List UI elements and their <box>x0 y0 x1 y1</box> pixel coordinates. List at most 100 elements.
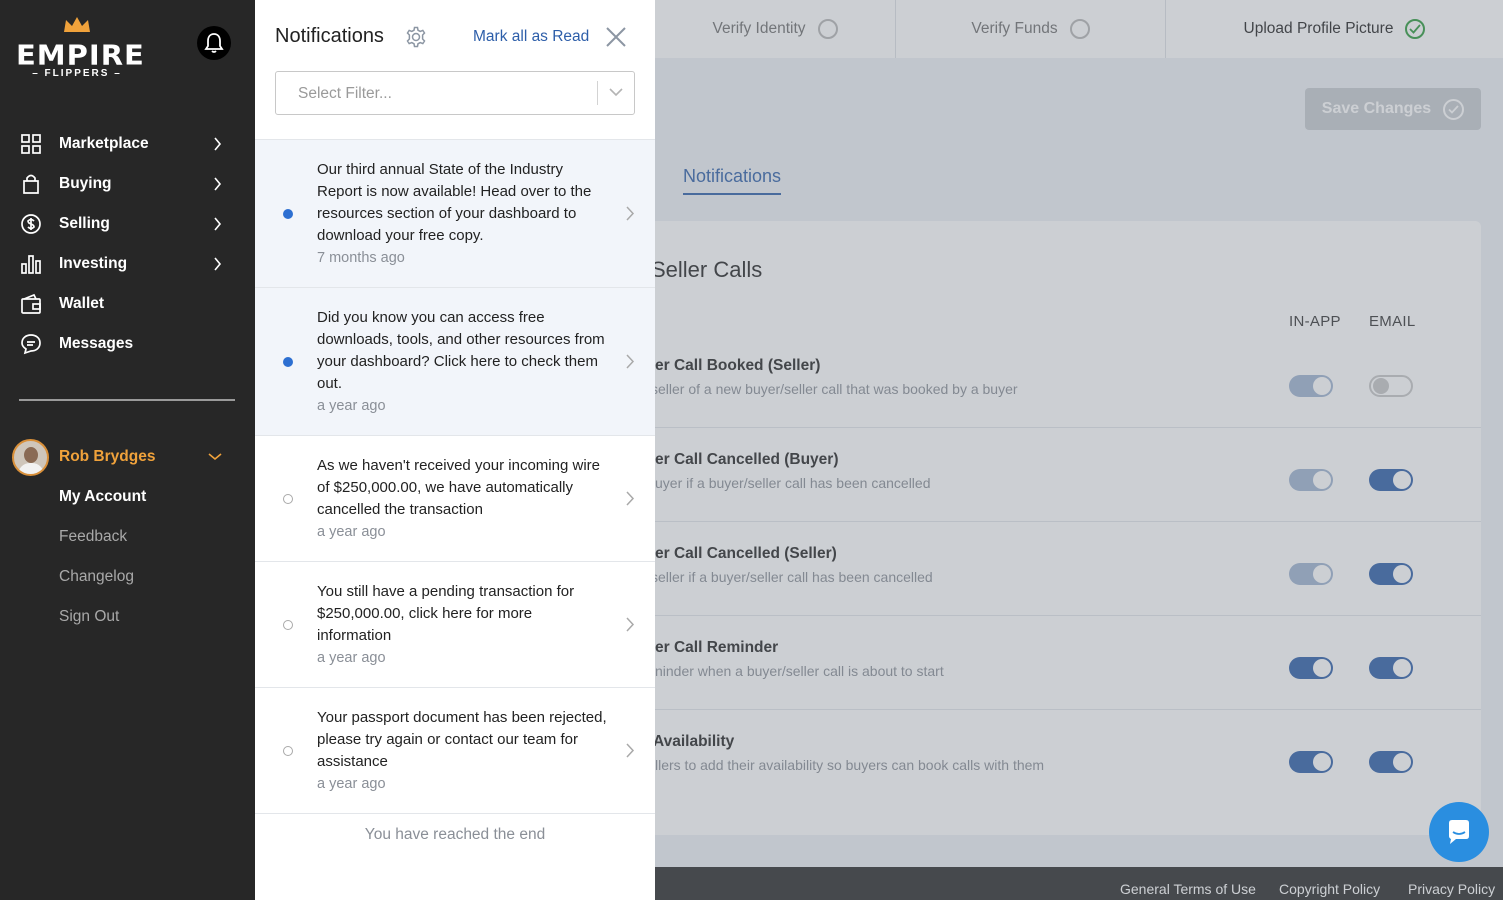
save-label: Save Changes <box>1321 100 1432 117</box>
read-circle-icon <box>283 620 293 630</box>
grid-icon <box>20 133 42 155</box>
sidebar-divider <box>19 399 235 401</box>
check-circle-icon <box>1443 98 1465 120</box>
email-toggle[interactable] <box>1369 657 1413 679</box>
email-toggle[interactable] <box>1369 469 1413 491</box>
notification-item[interactable]: You still have a pending transaction for… <box>255 562 655 688</box>
sidebar-item-marketplace[interactable]: Marketplace <box>0 124 255 164</box>
step-verify-identity[interactable]: Verify Identity <box>655 0 896 58</box>
my-account-link[interactable]: My Account <box>59 477 146 517</box>
step-verify-funds[interactable]: Verify Funds <box>896 0 1166 58</box>
sidebar-item-label: Selling <box>59 215 110 232</box>
setting-title: er Call Booked (Seller) <box>655 357 821 374</box>
in-app-toggle[interactable] <box>1289 375 1333 397</box>
column-email: EMAIL <box>1369 313 1416 330</box>
notification-time: a year ago <box>317 776 386 792</box>
notification-text: As we haven't received your incoming wir… <box>317 457 600 518</box>
read-circle-icon <box>283 746 293 756</box>
email-toggle[interactable] <box>1369 375 1413 397</box>
sidebar-item-messages[interactable]: Messages <box>0 324 255 364</box>
setting-title: er Call Cancelled (Buyer) <box>655 451 839 468</box>
save-changes-button[interactable]: Save Changes <box>1305 88 1481 130</box>
changelog-link[interactable]: Changelog <box>59 557 146 597</box>
sidebar-item-label: Messages <box>59 335 134 352</box>
empty-circle-icon <box>817 19 838 39</box>
setting-description: ninder when a buyer/seller call is about… <box>655 663 944 679</box>
notification-item[interactable]: As we haven't received your incoming wir… <box>255 436 655 562</box>
email-toggle[interactable] <box>1369 563 1413 585</box>
footer-terms-link[interactable]: General Terms of Use <box>1120 881 1256 897</box>
notification-item[interactable]: Did you know you can access free downloa… <box>255 288 655 436</box>
drawer-title: Notifications <box>275 25 384 47</box>
notification-time: a year ago <box>317 650 386 666</box>
chevron-right-icon <box>214 177 222 191</box>
gear-icon[interactable] <box>405 26 427 48</box>
unread-dot-icon <box>283 209 293 219</box>
close-icon[interactable] <box>605 26 627 48</box>
drawer-header: Notifications Mark all as Read <box>255 0 655 70</box>
sidebar-item-selling[interactable]: Selling <box>0 204 255 244</box>
user-name: Rob Brydges <box>59 448 156 465</box>
setting-title: er Call Reminder <box>655 639 779 656</box>
setting-description: llers to add their availability so buyer… <box>655 757 1045 773</box>
setting-description: seller if a buyer/seller call has been c… <box>651 569 933 585</box>
empire-flippers-logo[interactable]: EMPIRE – FLIPPERS – <box>16 16 144 86</box>
filter-placeholder: Select Filter... <box>298 85 392 102</box>
notification-text: You still have a pending transaction for… <box>317 583 575 644</box>
end-of-list-text: You have reached the end <box>364 826 546 843</box>
setting-description: uyer if a buyer/seller call has been can… <box>655 475 931 491</box>
notifications-bell-button[interactable] <box>197 26 231 60</box>
notification-time: a year ago <box>317 398 386 414</box>
main-nav: Marketplace Buying Selling Investing Wal… <box>0 124 255 364</box>
in-app-toggle[interactable] <box>1289 751 1333 773</box>
notifications-drawer: Notifications Mark all as Read Select Fi… <box>255 0 655 900</box>
feedback-link[interactable]: Feedback <box>59 517 146 557</box>
chevron-right-icon <box>214 257 222 271</box>
in-app-toggle[interactable] <box>1289 563 1333 585</box>
footer-privacy-link[interactable]: Privacy Policy <box>1408 881 1495 897</box>
empty-circle-icon <box>1069 19 1090 39</box>
sign-out-link[interactable]: Sign Out <box>59 597 146 637</box>
notification-time: a year ago <box>317 524 386 540</box>
logo-tagline: – FLIPPERS – <box>32 68 122 79</box>
sidebar: EMPIRE – FLIPPERS – Marketplace Buying S… <box>0 0 255 900</box>
tab-notifications[interactable]: Notifications <box>683 166 782 195</box>
dollar-circle-icon <box>20 213 42 235</box>
sidebar-item-label: Wallet <box>59 295 105 312</box>
sidebar-item-buying[interactable]: Buying <box>0 164 255 204</box>
chevron-right-icon <box>214 137 222 151</box>
live-chat-button[interactable] <box>1429 802 1489 862</box>
setting-description: seller of a new buyer/seller call that w… <box>651 381 1018 397</box>
read-circle-icon <box>283 494 293 504</box>
chat-bubble-icon <box>20 333 42 355</box>
chevron-right-icon <box>626 743 635 758</box>
in-app-toggle[interactable] <box>1289 657 1333 679</box>
bell-icon <box>204 33 224 53</box>
avatar <box>12 438 49 476</box>
crown-icon <box>64 17 90 32</box>
email-toggle[interactable] <box>1369 751 1413 773</box>
notification-item[interactable]: Our third annual State of the Industry R… <box>255 140 655 288</box>
check-circle-icon <box>1405 19 1426 39</box>
unread-dot-icon <box>283 357 293 367</box>
user-menu-toggle[interactable]: Rob Brydges <box>0 437 255 477</box>
in-app-toggle[interactable] <box>1289 469 1333 491</box>
sidebar-item-label: Investing <box>59 255 128 272</box>
chevron-down-icon <box>208 453 222 461</box>
notification-filter-select[interactable]: Select Filter... <box>275 71 635 115</box>
chevron-right-icon <box>214 217 222 231</box>
chat-icon <box>1449 820 1469 844</box>
mark-all-read-link[interactable]: Mark all as Read <box>473 28 589 46</box>
chevron-right-icon <box>626 354 635 369</box>
chevron-right-icon <box>626 617 635 632</box>
sidebar-item-investing[interactable]: Investing <box>0 244 255 284</box>
step-upload-profile-picture[interactable]: Upload Profile Picture <box>1166 0 1503 58</box>
filter-separator <box>597 81 598 105</box>
section-title: Seller Calls <box>651 257 763 282</box>
footer-copyright-link[interactable]: Copyright Policy <box>1279 881 1380 897</box>
sidebar-item-wallet[interactable]: Wallet <box>0 284 255 324</box>
notification-item[interactable]: Your passport document has been rejected… <box>255 688 655 814</box>
setting-title: er Call Cancelled (Seller) <box>655 545 837 562</box>
notification-list: Our third annual State of the Industry R… <box>255 139 655 814</box>
setting-title: Availability <box>653 733 735 750</box>
